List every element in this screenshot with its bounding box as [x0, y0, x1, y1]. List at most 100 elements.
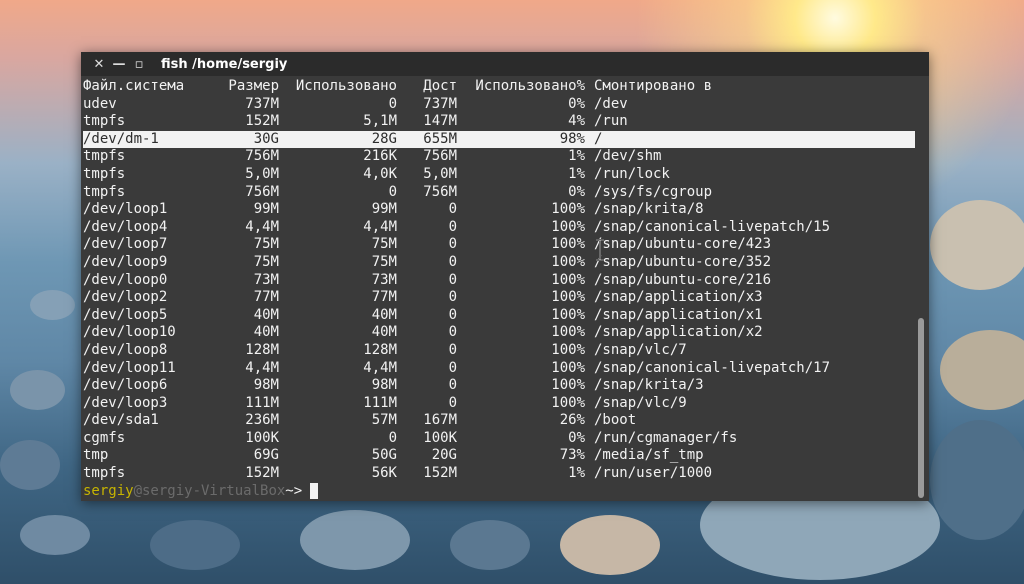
pebble — [930, 200, 1024, 290]
table-cell: 0% — [568, 183, 585, 200]
table-cell: 1% — [568, 148, 585, 165]
table-cell: /dev/loop2 — [83, 289, 168, 306]
table-cell: 56K — [371, 465, 397, 482]
table-cell: 28G — [371, 130, 397, 147]
table-cell: /dev/loop8 — [83, 341, 168, 358]
table-cell: 128M — [363, 341, 397, 358]
table-cell: 0 — [448, 324, 457, 341]
table-row: /dev/loop10 40M 40M 0 100% /snap/application/… — [83, 324, 915, 342]
scrollbar-thumb[interactable] — [918, 318, 924, 498]
table-cell: 152M — [423, 465, 457, 482]
table-row: /dev/loop1 99M 99M 0 100% /snap/krita/8 — [83, 201, 915, 219]
table-cell: 4,4M — [245, 359, 279, 376]
table-cell: tmpfs — [83, 113, 126, 130]
scrollbar[interactable] — [916, 78, 926, 500]
table-cell: 98% — [559, 130, 585, 147]
table-cell: /dev/loop10 — [83, 324, 176, 341]
title-bar[interactable]: ✕ — ▫ fish /home/sergiy — [81, 52, 929, 76]
table-cell: 100% — [551, 201, 585, 218]
table-cell: /dev/loop11 — [83, 359, 176, 376]
table-cell: /snap/application/x1 — [594, 306, 763, 323]
table-cell: 100% — [551, 341, 585, 358]
table-cell: 77M — [371, 289, 397, 306]
table-cell: /dev/loop1 — [83, 201, 168, 218]
table-cell: 737M — [423, 95, 457, 112]
table-cell: 100K — [423, 429, 457, 446]
table-cell: / — [594, 130, 603, 147]
table-cell: tmpfs — [83, 465, 126, 482]
table-cell: /dev/loop3 — [83, 394, 168, 411]
table-cell: tmpfs — [83, 148, 126, 165]
shell-prompt[interactable]: sergiy @sergiy-VirtualBox ~> — [83, 482, 915, 501]
table-cell: /snap/ubuntu-core/216 — [594, 271, 772, 288]
table-cell: 0 — [388, 95, 397, 112]
pebble — [150, 520, 240, 570]
table-row: /dev/loop8 128M 128M 0 100% /snap/vlc/7 — [83, 342, 915, 360]
table-cell: 100% — [551, 306, 585, 323]
table-cell: 0 — [448, 201, 457, 218]
table-cell: /dev/loop5 — [83, 306, 168, 323]
table-cell: 0 — [448, 218, 457, 235]
terminal-window[interactable]: ✕ — ▫ fish /home/sergiy Файл.система Раз… — [81, 52, 929, 501]
table-cell: /dev/sda1 — [83, 412, 159, 429]
header-cell: Дост — [423, 78, 457, 94]
pebble — [560, 515, 660, 575]
table-cell: 236M — [245, 412, 279, 429]
terminal-output[interactable]: Файл.система Размер Использовано Дост Ис… — [83, 78, 915, 500]
pebble — [30, 290, 75, 320]
table-cell: /snap/application/x2 — [594, 324, 763, 341]
table-cell: 5,1M — [363, 113, 397, 130]
pebble — [0, 440, 60, 490]
minimize-icon[interactable]: — — [109, 57, 129, 72]
maximize-icon[interactable]: ▫ — [129, 57, 149, 72]
prompt-separator: ~> — [285, 482, 303, 499]
table-cell: 100% — [551, 377, 585, 394]
table-row: tmpfs 5,0M 4,0K 5,0M 1% /run/lock — [83, 166, 915, 184]
table-cell: /run/cgmanager/fs — [594, 429, 738, 446]
pebble — [10, 370, 65, 410]
table-cell: /dev/dm-1 — [83, 130, 159, 147]
table-row: /dev/loop4 4,4M 4,4M 0 100% /snap/canonical-l… — [83, 219, 915, 237]
table-row: /dev/loop6 98M 98M 0 100% /snap/krita/3 — [83, 377, 915, 395]
table-cell: 216K — [363, 148, 397, 165]
table-cell: 75M — [253, 236, 279, 253]
table-row: /dev/loop2 77M 77M 0 100% /snap/application/x… — [83, 289, 915, 307]
table-cell: /dev/loop4 — [83, 218, 168, 235]
table-cell: /dev/loop6 — [83, 377, 168, 394]
table-row: tmpfs 756M 216K 756M 1% /dev/shm — [83, 148, 915, 166]
table-cell: /snap/vlc/9 — [594, 394, 687, 411]
table-cell: 111M — [363, 394, 397, 411]
table-cell: 75M — [371, 236, 397, 253]
table-cell: /dev — [594, 95, 628, 112]
pebble — [930, 420, 1024, 540]
table-cell: 5,0M — [245, 165, 279, 182]
prompt-host: @sergiy-VirtualBox — [133, 482, 286, 499]
table-cell: 0 — [388, 429, 397, 446]
table-cell: 4,4M — [363, 218, 397, 235]
table-cell: 75M — [371, 253, 397, 270]
table-cell: 0 — [448, 394, 457, 411]
table-cell: 756M — [245, 148, 279, 165]
table-cell: 40M — [253, 306, 279, 323]
table-cell: /snap/ubuntu-core/352 — [594, 253, 772, 270]
table-row: /dev/loop3 111M 111M 0 100% /snap/vlc/9 — [83, 395, 915, 413]
text-cursor — [310, 482, 319, 499]
table-cell: 98M — [253, 377, 279, 394]
table-cell: 737M — [245, 95, 279, 112]
close-icon[interactable]: ✕ — [89, 57, 109, 72]
table-cell: /dev/loop9 — [83, 253, 168, 270]
table-cell: 1% — [568, 465, 585, 482]
table-cell: /dev/loop7 — [83, 236, 168, 253]
table-row: /dev/loop7 75M 75M 0 100% /snap/ubuntu-core/4… — [83, 236, 915, 254]
table-cell: 756M — [423, 148, 457, 165]
window-title: fish /home/sergiy — [161, 56, 288, 72]
table-cell: 0 — [448, 359, 457, 376]
table-row: udev 737M 0 737M 0% /dev — [83, 96, 915, 114]
table-cell: 4,4M — [363, 359, 397, 376]
table-cell: /boot — [594, 412, 637, 429]
table-cell: /snap/krita/3 — [594, 377, 704, 394]
table-cell: 50G — [371, 447, 397, 464]
header-cell: Файл.система — [83, 78, 185, 94]
table-cell: 100% — [551, 218, 585, 235]
table-cell: /snap/application/x3 — [594, 289, 763, 306]
